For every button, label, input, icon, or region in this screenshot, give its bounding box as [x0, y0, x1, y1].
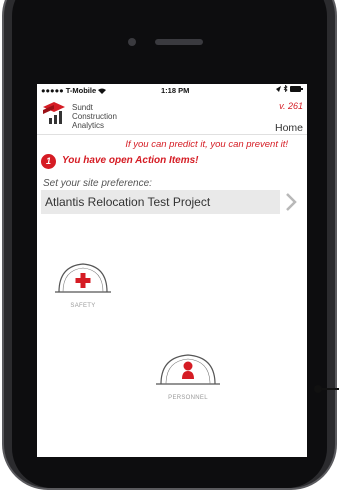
alert-count-badge: 1 — [41, 154, 56, 169]
site-preference-label: Set your site preference: — [43, 178, 152, 189]
sundt-logo-icon — [43, 102, 65, 124]
brand-name: Sundt Construction Analytics — [72, 103, 117, 130]
battery-icon — [290, 86, 303, 92]
personnel-label: PERSONNEL — [168, 395, 208, 401]
app-header: Sundt Construction Analytics v. 261 Home — [37, 96, 307, 135]
app-screen: ●●●●● T-Mobile 1:18 PM Sundt Constructio… — [37, 84, 307, 457]
chevron-right-icon — [286, 193, 297, 211]
site-preference-value: Atlantis Relocation Test Project — [45, 195, 211, 209]
status-time: 1:18 PM — [161, 86, 190, 95]
front-camera — [128, 38, 136, 46]
phone-frame: ●●●●● T-Mobile 1:18 PM Sundt Constructio… — [0, 0, 339, 490]
carrier-text: ●●●●● T-Mobile — [41, 86, 97, 95]
earpiece-speaker — [155, 39, 203, 45]
brand-line-2: Construction — [72, 112, 117, 121]
bluetooth-icon — [283, 84, 288, 93]
alert-message: You have open Action Items! — [62, 155, 199, 166]
safety-label: SAFETY — [70, 303, 96, 309]
wifi-icon — [98, 88, 107, 95]
home-link[interactable]: Home — [275, 122, 303, 134]
brand-line-3: Analytics — [72, 121, 105, 130]
tagline: If you can predict it, you can prevent i… — [37, 139, 307, 150]
location-icon — [275, 86, 281, 92]
callout-dot — [314, 385, 322, 393]
status-bar: ●●●●● T-Mobile 1:18 PM — [37, 84, 307, 96]
brand-line-1: Sundt — [72, 103, 93, 112]
hardhat-person-icon — [156, 354, 220, 385]
status-icons — [275, 84, 303, 94]
site-preference-arrow[interactable] — [280, 190, 304, 214]
callout-line — [322, 388, 339, 390]
personnel-tile[interactable]: PERSONNEL — [153, 346, 223, 401]
tagline-text: If you can predict it, you can prevent i… — [125, 139, 288, 150]
carrier-label: ●●●●● T-Mobile — [41, 86, 107, 95]
version-label: v. 261 — [279, 101, 303, 111]
site-preference-select[interactable]: Atlantis Relocation Test Project — [41, 190, 304, 214]
hardhat-cross-icon — [55, 263, 111, 293]
safety-tile[interactable]: SAFETY — [53, 256, 113, 309]
